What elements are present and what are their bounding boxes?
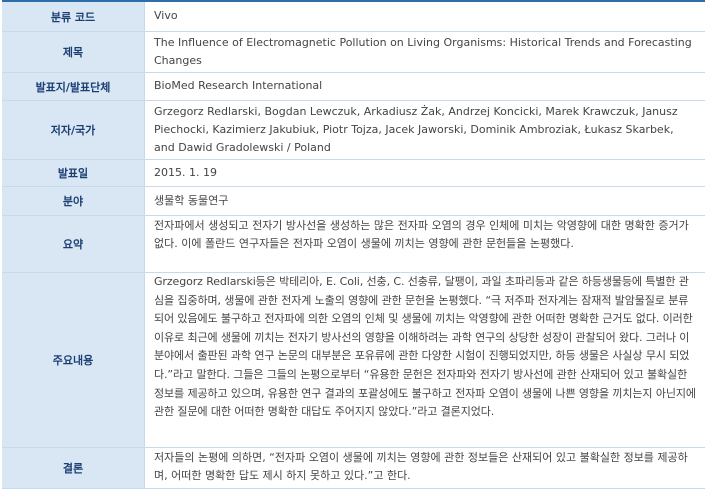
info-table: 분류 코드 Vivo 제목 The Influence of Electroma…	[2, 0, 705, 489]
row-label: 결론	[2, 448, 145, 488]
row-category-code: 분류 코드 Vivo	[2, 2, 705, 32]
row-label: 분류 코드	[2, 2, 145, 31]
row-label: 요약	[2, 216, 145, 272]
row-label: 발표지/발표단체	[2, 73, 145, 100]
row-main-content: 주요내용 Grzegorz Redlarski등은 박테리아, E. Coli,…	[2, 273, 705, 448]
row-label: 저자/국가	[2, 101, 145, 159]
row-value: Vivo	[154, 9, 178, 22]
row-value: 2015. 1. 19	[154, 166, 217, 179]
row-conclusion: 결론 저자들의 논평에 의하면, “전자파 오염이 생물에 끼치는 영향에 관한…	[2, 448, 705, 489]
row-field: 분야 생물학 동물연구	[2, 187, 705, 216]
row-value: BioMed Research International	[154, 79, 323, 92]
row-value: 생물학 동물연구	[154, 194, 229, 207]
row-value: The Influence of Electromagnetic Polluti…	[154, 36, 692, 67]
row-title: 제목 The Influence of Electromagnetic Poll…	[2, 32, 705, 73]
row-label: 분야	[2, 187, 145, 215]
row-value: 저자들의 논평에 의하면, “전자파 오염이 생물에 끼치는 영향에 관한 정보…	[154, 451, 688, 482]
row-label: 주요내용	[2, 273, 145, 447]
row-label: 제목	[2, 32, 145, 72]
row-publisher: 발표지/발표단체 BioMed Research International	[2, 73, 705, 101]
row-authors: 저자/국가 Grzegorz Redlarski, Bogdan Lewczuk…	[2, 101, 705, 160]
row-summary: 요약 전자파에서 생성되고 전자기 방사선을 생성하는 많은 전자파 오염의 경…	[2, 216, 705, 273]
row-value: 전자파에서 생성되고 전자기 방사선을 생성하는 많은 전자파 오염의 경우 인…	[154, 219, 689, 250]
row-value: Grzegorz Redlarski등은 박테리아, E. Coli, 선충, …	[154, 275, 696, 419]
row-date: 발표일 2015. 1. 19	[2, 160, 705, 187]
row-label: 발표일	[2, 160, 145, 186]
row-value: Grzegorz Redlarski, Bogdan Lewczuk, Arka…	[154, 105, 678, 154]
